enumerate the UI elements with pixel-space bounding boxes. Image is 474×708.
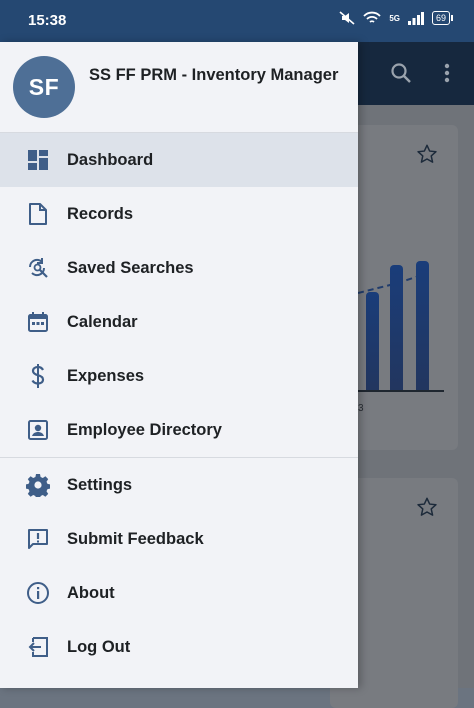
menu-item-records[interactable]: Records: [0, 187, 358, 241]
menu-item-label: Dashboard: [67, 150, 154, 169]
menu-item-label: Settings: [67, 475, 133, 494]
status-time: 15:38: [28, 12, 67, 29]
dashboard-icon: [26, 148, 50, 172]
menu-item-submit-feedback[interactable]: Submit Feedback: [0, 512, 358, 566]
network-type: 5G: [389, 13, 400, 23]
feedback-icon: [26, 527, 50, 551]
info-icon: [26, 581, 50, 605]
battery-level: 69: [435, 13, 446, 23]
mute-icon: [339, 11, 355, 25]
secondary-menu: Settings Submit Feedback About Log Out: [0, 458, 358, 674]
calendar-icon: [26, 310, 50, 334]
gear-icon: [26, 473, 50, 497]
status-bar: 15:38 5G 69: [0, 0, 474, 42]
menu-item-employee-directory[interactable]: Employee Directory: [0, 403, 358, 457]
wifi-icon: [363, 11, 381, 25]
menu-item-label: Records: [67, 204, 134, 223]
logout-icon: [26, 635, 50, 659]
drawer-header: SF SS FF PRM - Inventory Manager: [0, 42, 358, 133]
avatar-initials: SF: [28, 73, 60, 100]
menu-item-label: Expenses: [67, 366, 145, 385]
status-icons: 5G 69: [339, 11, 454, 25]
contact-card-icon: [26, 418, 50, 442]
menu-item-expenses[interactable]: Expenses: [0, 349, 358, 403]
navigation-drawer: SF SS FF PRM - Inventory Manager Dashboa…: [0, 42, 358, 688]
menu-item-label: Submit Feedback: [67, 529, 204, 548]
dollar-icon: [26, 364, 50, 388]
menu-item-calendar[interactable]: Calendar: [0, 295, 358, 349]
menu-item-dashboard[interactable]: Dashboard: [0, 133, 358, 187]
menu-item-label: Calendar: [67, 312, 138, 331]
menu-item-label: About: [67, 583, 115, 602]
account-name: SS FF PRM - Inventory Manager: [89, 66, 339, 84]
battery-icon: 69: [431, 11, 454, 25]
avatar: SF: [13, 56, 75, 118]
document-icon: [26, 202, 50, 226]
menu-item-label: Saved Searches: [67, 258, 194, 277]
primary-menu: Dashboard Records Saved Searches Calenda…: [0, 133, 358, 457]
menu-item-log-out[interactable]: Log Out: [0, 620, 358, 674]
menu-item-label: Employee Directory: [67, 420, 222, 439]
saved-search-icon: [26, 256, 50, 280]
menu-item-about[interactable]: About: [0, 566, 358, 620]
signal-icon: [407, 11, 424, 25]
menu-item-label: Log Out: [67, 637, 131, 656]
menu-item-settings[interactable]: Settings: [0, 458, 358, 512]
menu-item-saved-searches[interactable]: Saved Searches: [0, 241, 358, 295]
